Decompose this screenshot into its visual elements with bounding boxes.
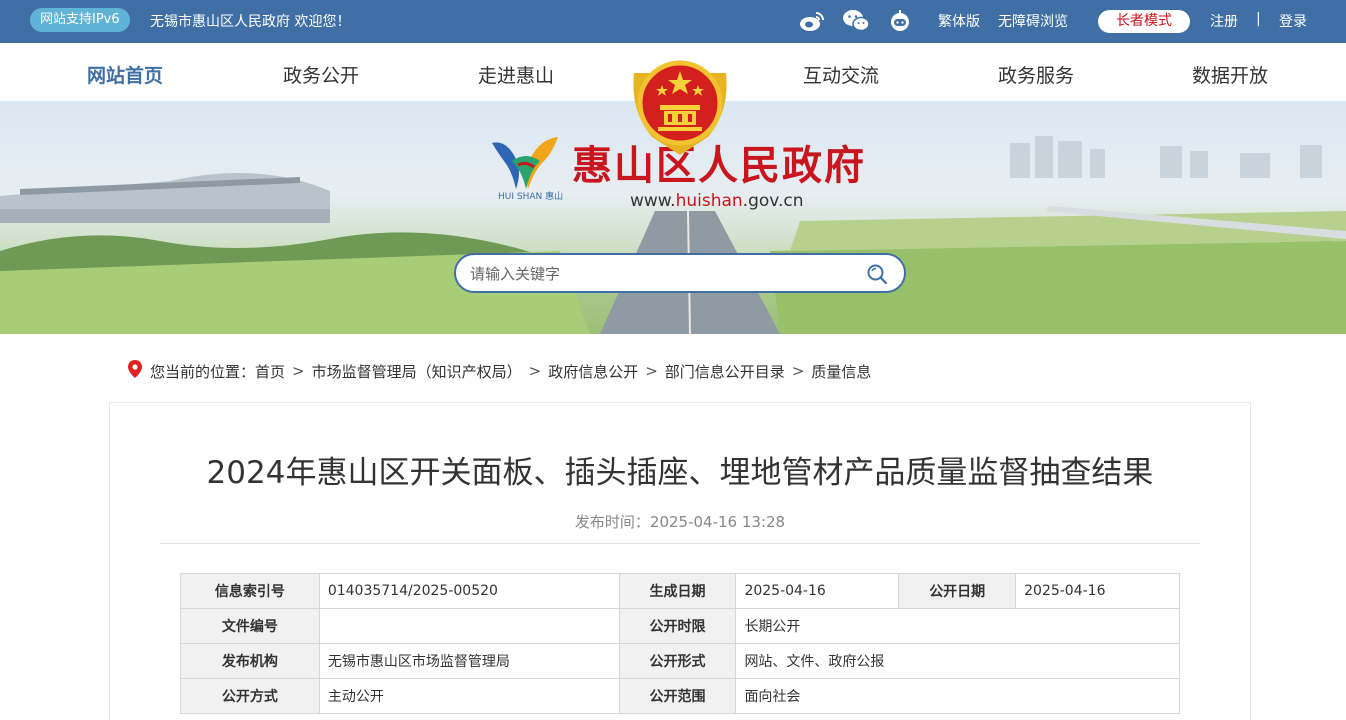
weibo-icon[interactable] <box>798 8 826 34</box>
nav-item-open-data[interactable]: 数据开放 <box>1192 61 1268 88</box>
site-url-prefix: www. <box>630 191 676 211</box>
breadcrumb-gov-info[interactable]: 政府信息公开 <box>548 361 638 382</box>
site-url: www.huishan.gov.cn <box>630 191 804 211</box>
search-box <box>454 253 906 293</box>
breadcrumb-separator: > <box>528 362 542 380</box>
gen-date-value: 2025-04-16 <box>735 573 900 609</box>
site-url-highlight: huishan <box>675 191 743 211</box>
breadcrumb-separator: > <box>791 362 805 380</box>
social-icons <box>798 8 914 34</box>
index-label: 信息索引号 <box>180 573 320 609</box>
article-title: 2024年惠山区开关面板、插头插座、埋地管材产品质量监督抽查结果 <box>206 455 1154 491</box>
breadcrumb-separator: > <box>292 362 305 380</box>
divider <box>160 543 1200 544</box>
table-row: 信息索引号 014035714/2025-00520 生成日期 2025-04-… <box>180 573 1180 609</box>
national-emblem-icon <box>628 51 732 159</box>
elder-mode-button[interactable]: 长者模式 <box>1098 10 1190 33</box>
top-bar: 网站支持IPv6 无锡市惠山区人民政府 欢迎您！ 繁体版 无障碍浏览 长者模式 … <box>0 0 1346 43</box>
nav-item-home[interactable]: 网站首页 <box>87 61 163 88</box>
info-table: 信息索引号 014035714/2025-00520 生成日期 2025-04-… <box>180 573 1180 714</box>
nav-item-interaction[interactable]: 互动交流 <box>803 61 879 88</box>
location-pin-icon <box>128 360 142 382</box>
register-link[interactable]: 注册 <box>1210 11 1238 31</box>
wechat-icon[interactable] <box>842 8 870 34</box>
doc-no-value <box>318 608 620 644</box>
breadcrumb-home[interactable]: 首页 <box>255 361 285 382</box>
top-links: 繁体版 无障碍浏览 <box>938 11 1086 31</box>
form-value: 网站、文件、政府公报 <box>735 643 1180 679</box>
gen-date-label: 生成日期 <box>618 573 737 609</box>
nav-item-about[interactable]: 走进惠山 <box>478 61 554 88</box>
scope-label: 公开范围 <box>618 678 737 714</box>
publish-time: 发布时间：2025-04-16 13:28 <box>574 513 786 531</box>
search-input[interactable] <box>470 263 850 285</box>
nav-item-gov-affairs[interactable]: 政务公开 <box>283 61 359 88</box>
org-value: 无锡市惠山区市场监督管理局 <box>318 643 620 679</box>
nav-item-services[interactable]: 政务服务 <box>998 61 1074 88</box>
traditional-link[interactable]: 繁体版 <box>938 11 980 31</box>
open-date-value: 2025-04-16 <box>1015 573 1180 609</box>
table-row: 发布机构 无锡市惠山区市场监督管理局 公开形式 网站、文件、政府公报 <box>180 643 1180 679</box>
search-icon[interactable] <box>864 261 890 287</box>
table-row: 文件编号 公开时限 长期公开 <box>180 608 1180 644</box>
table-row: 公开方式 主动公开 公开范围 面向社会 <box>180 678 1180 714</box>
main-nav: 网站首页 政务公开 走进惠山 互动交流 政务服务 数据开放 <box>0 43 1346 155</box>
form-label: 公开形式 <box>618 643 737 679</box>
mode-label: 公开方式 <box>180 678 320 714</box>
breadcrumb-dept-catalog[interactable]: 部门信息公开目录 <box>665 361 785 382</box>
breadcrumb-separator: > <box>645 362 658 380</box>
doc-no-label: 文件编号 <box>180 608 320 644</box>
ipv6-badge: 网站支持IPv6 <box>30 8 130 32</box>
breadcrumb-label: 您当前的位置： <box>150 362 256 381</box>
index-value: 014035714/2025-00520 <box>318 573 620 609</box>
welcome-text: 无锡市惠山区人民政府 欢迎您！ <box>150 14 351 30</box>
login-link[interactable]: 登录 <box>1279 11 1307 31</box>
open-date-label: 公开日期 <box>898 573 1017 609</box>
limit-value: 长期公开 <box>735 608 1180 644</box>
mode-value: 主动公开 <box>318 678 620 714</box>
robot-icon[interactable] <box>886 8 914 34</box>
accessible-link[interactable]: 无障碍浏览 <box>998 11 1068 31</box>
article-container: 2024年惠山区开关面板、插头插座、埋地管材产品质量监督抽查结果 发布时间：20… <box>109 402 1251 720</box>
scope-value: 面向社会 <box>735 678 1180 714</box>
logo-subtext: HUI SHAN 惠山 <box>498 192 564 202</box>
org-label: 发布机构 <box>180 643 320 679</box>
breadcrumb-market-bureau[interactable]: 市场监督管理局（知识产权局） <box>312 361 522 382</box>
link-separator: | <box>1256 11 1261 27</box>
limit-label: 公开时限 <box>618 608 737 644</box>
breadcrumb-quality-info[interactable]: 质量信息 <box>811 361 871 382</box>
site-url-suffix: .gov.cn <box>742 191 804 211</box>
breadcrumb: 您当前的位置： 首页 > 市场监督管理局（知识产权局） > 政府信息公开 > 部… <box>128 360 871 382</box>
